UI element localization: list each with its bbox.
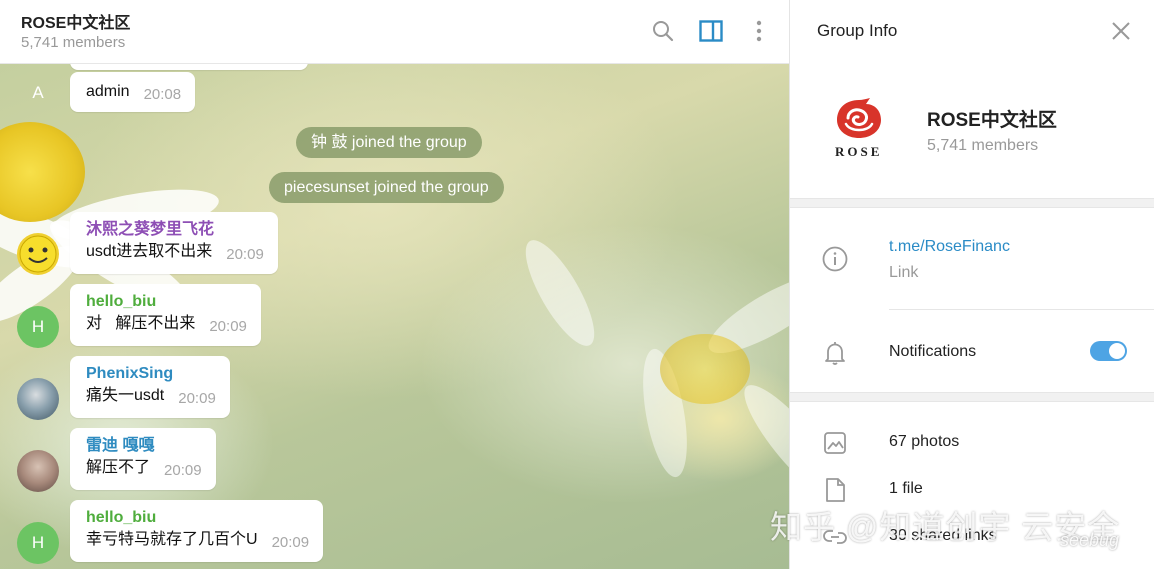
more-vertical-icon[interactable] (746, 18, 772, 44)
watermark-secondary: seebug (1060, 530, 1120, 550)
message-bubble: 雷迪 嘎嘎 解压不了 20:09 (70, 428, 216, 490)
message-time: 20:09 (164, 462, 202, 479)
service-message: 钟 鼓 joined the group (296, 127, 482, 158)
message-sender[interactable]: 沐熙之葵梦里飞花 (86, 220, 264, 240)
group-logo[interactable]: ROSE (826, 96, 892, 162)
message-sender[interactable]: PhenixSing (86, 364, 216, 384)
message-bubble: hello_biu 对 解压不出来 20:09 (70, 284, 261, 346)
close-icon[interactable] (1108, 18, 1134, 44)
message-time: 20:09 (226, 246, 264, 263)
avatar[interactable]: H (17, 306, 59, 348)
chat-header: ROSE中文社区 5,741 members (0, 0, 789, 64)
sidebar-toggle-icon[interactable] (698, 18, 724, 44)
message-time: 20:09 (209, 318, 247, 335)
message-time: 20:09 (178, 390, 216, 407)
shared-photos[interactable]: 67 photos (889, 433, 959, 451)
section-divider (790, 198, 1154, 208)
service-message: piecesunset joined the group (269, 172, 504, 203)
message-time: 20:08 (143, 86, 182, 103)
smiley-avatar-icon (19, 235, 57, 273)
notifications-toggle[interactable] (1090, 341, 1127, 361)
chat-member-count: 5,741 members (21, 34, 126, 51)
avatar-letter: H (31, 317, 45, 336)
photo-icon (822, 430, 848, 456)
message-text: usdt进去取不出来 (86, 243, 213, 260)
info-icon (822, 246, 848, 272)
group-link-label: Link (889, 264, 919, 281)
message-bubble: admin 20:08 (70, 72, 196, 112)
message-bubble: PhenixSing 痛失一usdt 20:09 (70, 356, 230, 418)
search-icon[interactable] (650, 18, 676, 44)
group-name: ROSE中文社区 (927, 110, 1057, 131)
message-sender[interactable]: hello_biu (86, 508, 309, 528)
message-sender[interactable]: 雷迪 嘎嘎 (86, 436, 202, 456)
shared-files[interactable]: 1 file (889, 480, 923, 498)
message-time: 20:09 (271, 534, 310, 551)
avatar-letter: H (31, 533, 45, 552)
section-divider (790, 392, 1154, 402)
message-text: 痛失一usdt (86, 387, 165, 404)
notifications-label: Notifications (889, 343, 977, 360)
message-sender[interactable]: hello_biu (86, 292, 247, 312)
avatar-letter: A (32, 83, 44, 102)
avatar[interactable] (17, 378, 59, 420)
chat-panel: ROSE中文社区 5,741 members A admin 20:08 钟 鼓 … (0, 0, 789, 569)
group-info-panel: Group Info ROSE ROSE中文社区 5,741 members t… (789, 0, 1154, 569)
bell-icon (822, 340, 848, 366)
message-bubble: 沐熙之葵梦里飞花 usdt进去取不出来 20:09 (70, 212, 278, 274)
avatar[interactable]: H (17, 522, 59, 564)
message-text: 对 解压不出来 (86, 315, 196, 332)
chat-title[interactable]: ROSE中文社区 (21, 9, 130, 33)
avatar[interactable] (17, 450, 59, 492)
panel-title: Group Info (817, 21, 898, 40)
message-bubble: hello_biu 幸亏特马就存了几百个U 20:09 (70, 500, 324, 562)
file-icon (822, 477, 848, 503)
message-text: 幸亏特马就存了几百个U (86, 531, 258, 548)
avatar[interactable]: A (17, 72, 59, 114)
row-divider (889, 309, 1154, 310)
group-link[interactable]: t.me/RoseFinanc (889, 238, 1010, 256)
avatar[interactable] (17, 233, 59, 275)
message-text: 解压不了 (86, 459, 151, 476)
message-text: admin (86, 83, 130, 100)
logo-wordmark: ROSE (835, 144, 883, 159)
group-member-count: 5,741 members (927, 137, 1039, 154)
